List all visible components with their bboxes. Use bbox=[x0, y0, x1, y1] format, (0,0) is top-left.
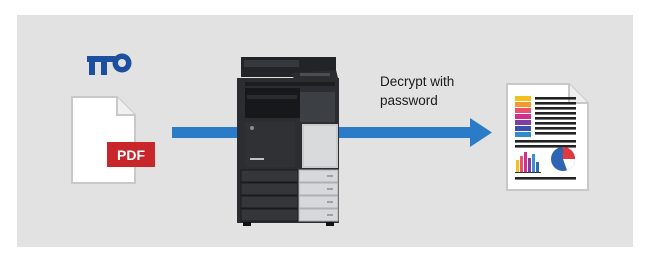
document-icon bbox=[71, 96, 136, 184]
pdf-badge-label: PDF bbox=[117, 147, 145, 163]
caption-line-2: password bbox=[380, 93, 438, 108]
arrow-out bbox=[338, 118, 492, 147]
diagram-scene: PDF bbox=[71, 53, 589, 226]
decrypt-caption: Decrypt with password bbox=[380, 72, 540, 110]
caption-line-1: Decrypt with bbox=[380, 74, 455, 89]
pdf-badge: PDF bbox=[107, 142, 155, 167]
key-icon bbox=[87, 53, 132, 75]
mfp-printer-icon bbox=[237, 57, 339, 226]
arrow-in bbox=[172, 127, 242, 138]
